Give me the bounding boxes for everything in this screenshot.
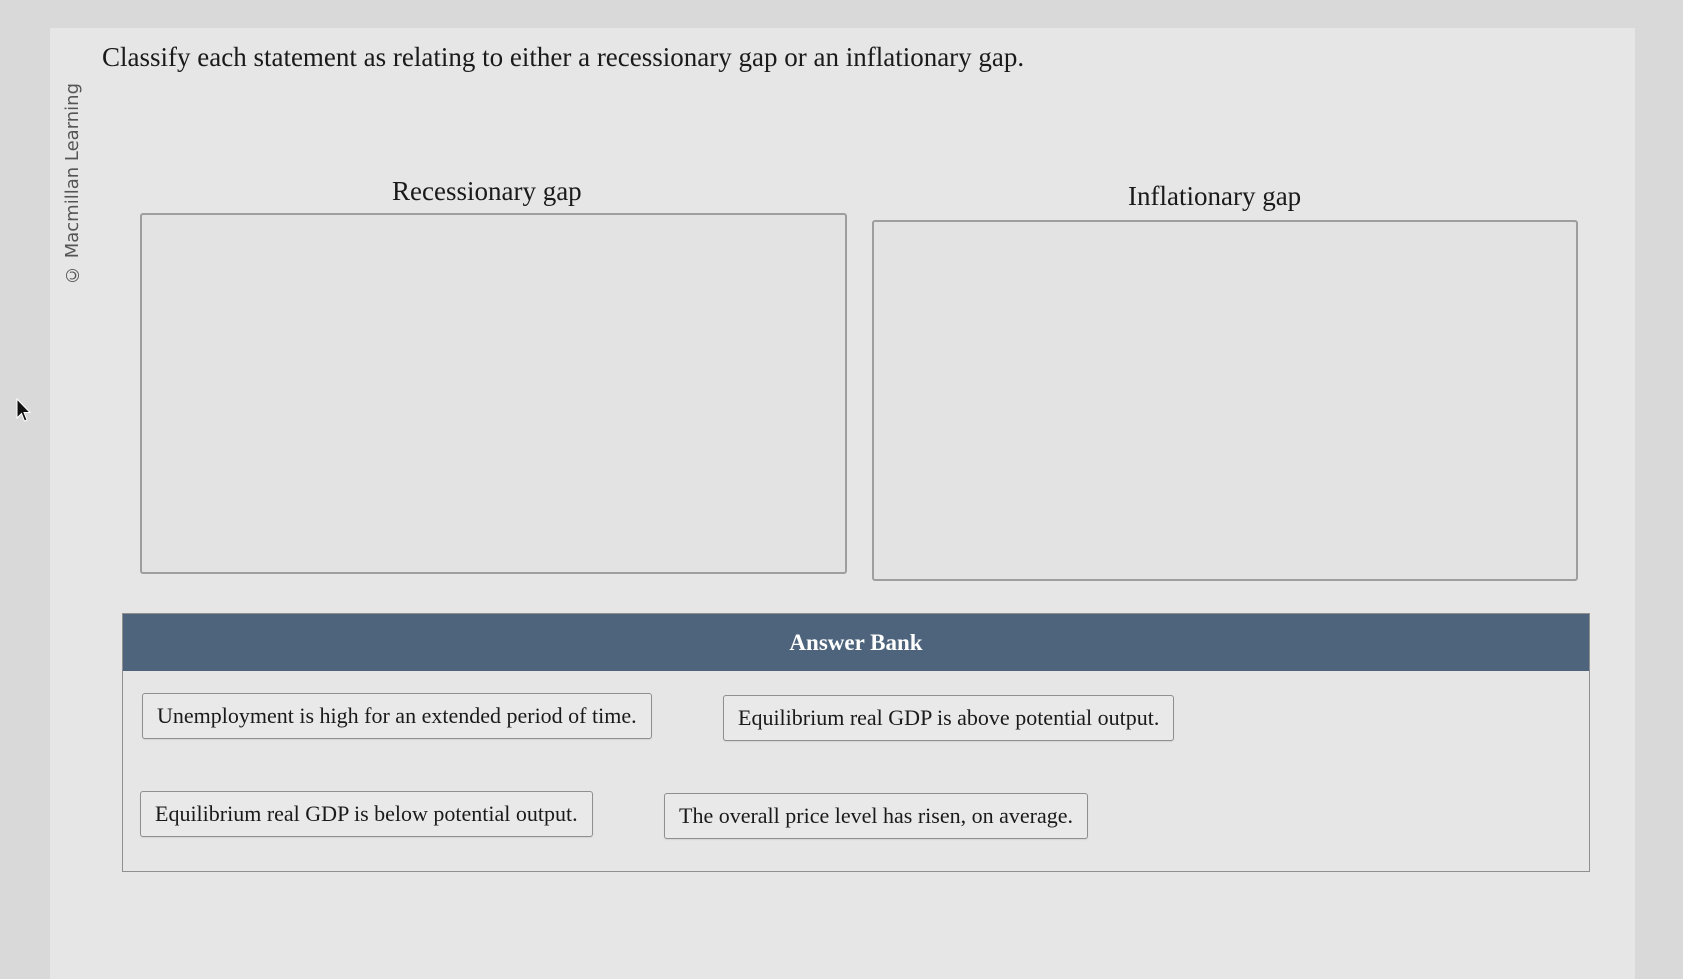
answer-chip-gdp-below[interactable]: Equilibrium real GDP is below potential … xyxy=(140,791,593,837)
answer-bank: Answer Bank Unemployment is high for an … xyxy=(122,613,1590,872)
question-prompt: Classify each statement as relating to e… xyxy=(102,42,1025,72)
column-label-inflationary: Inflationary gap xyxy=(1128,181,1302,211)
answer-chip-unemployment[interactable]: Unemployment is high for an extended per… xyxy=(142,693,652,739)
answer-bank-title: Answer Bank xyxy=(789,629,923,655)
column-label-recessionary: Recessionary gap xyxy=(392,176,582,206)
copyright-notice: © Macmillan Learning xyxy=(62,82,83,285)
answer-chip-price-level[interactable]: The overall price level has risen, on av… xyxy=(664,793,1088,839)
dropzone-inflationary[interactable] xyxy=(872,220,1578,581)
mouse-pointer-icon xyxy=(16,398,32,422)
dropzone-recessionary[interactable] xyxy=(140,213,847,574)
answer-bank-header: Answer Bank xyxy=(123,614,1589,671)
answer-chip-gdp-above[interactable]: Equilibrium real GDP is above potential … xyxy=(723,695,1175,741)
